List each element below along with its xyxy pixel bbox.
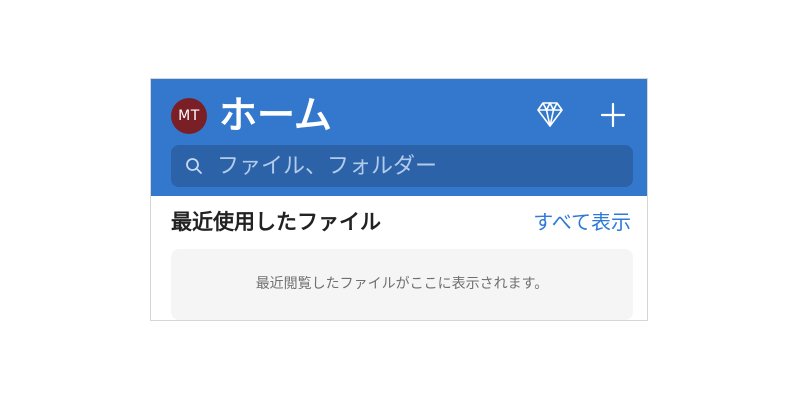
header-bar: MT ホーム — [151, 79, 647, 196]
page-title: ホーム — [219, 93, 332, 137]
search-icon — [186, 158, 202, 174]
see-all-link[interactable]: すべて表示 — [533, 207, 631, 237]
recent-files-empty-card: 最近閲覧したファイルがここに表示されます。 — [171, 249, 633, 320]
search-bar[interactable] — [171, 145, 633, 187]
app-window: MT ホーム 最近使用したフ — [150, 78, 648, 321]
plus-icon[interactable] — [599, 101, 627, 129]
search-input[interactable] — [217, 145, 617, 187]
empty-state-message: 最近閲覧したファイルがここに表示されます。 — [255, 276, 549, 292]
diamond-icon[interactable] — [535, 99, 565, 129]
avatar[interactable]: MT — [171, 98, 207, 134]
recent-files-heading: 最近使用したファイル — [171, 210, 381, 234]
